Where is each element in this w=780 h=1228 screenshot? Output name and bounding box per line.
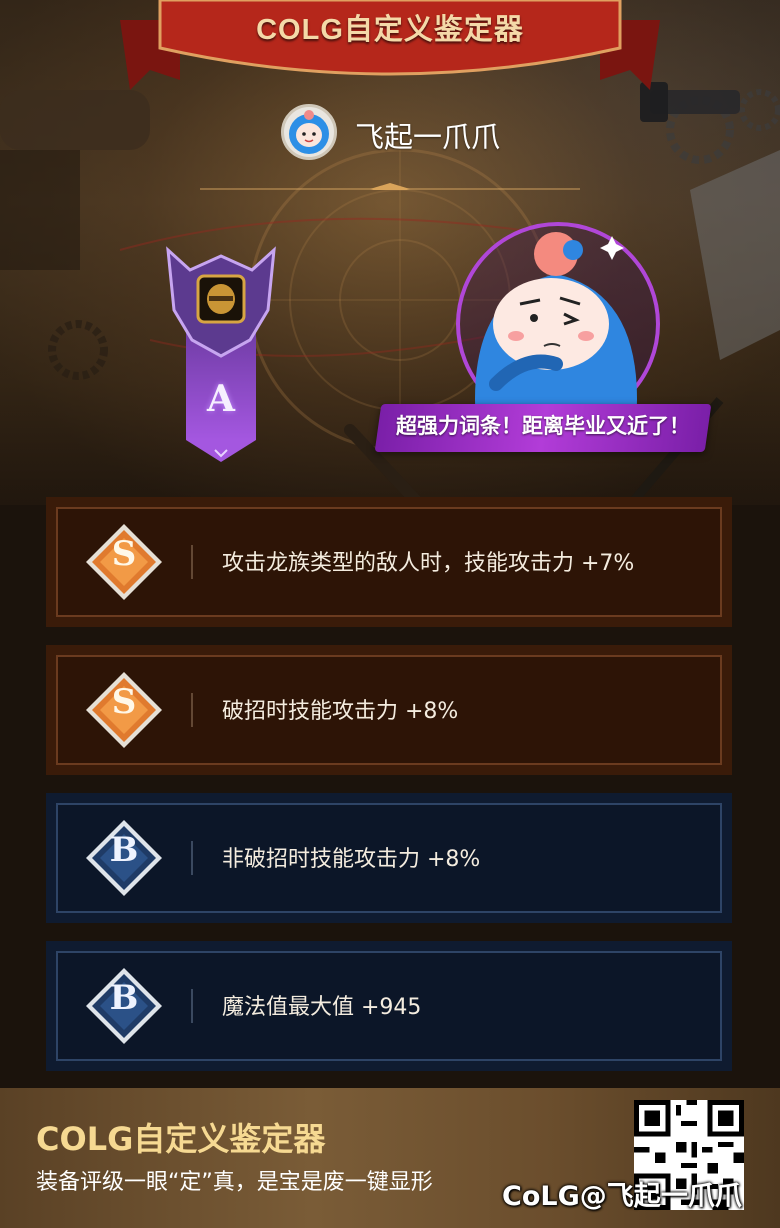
card-divider [191, 841, 193, 875]
stat-card[interactable]: S 攻击龙族类型的敌人时，技能攻击力 +7% [46, 497, 732, 627]
page-title: COLG自定义鉴定器 [256, 14, 524, 46]
card-divider [191, 693, 193, 727]
stat-text: 魔法值最大值 +945 [222, 995, 422, 1020]
stat-card[interactable]: S 破招时技能攻击力 +8% [46, 645, 732, 775]
user-name: 飞起一爪爪 [355, 120, 501, 154]
footer-subtitle: 装备评级一眼“定”真，是宝是废一键显形 [36, 1170, 433, 1195]
tier-letter: S [111, 682, 137, 722]
blue-mascot-thinking-icon [456, 222, 660, 424]
stat-text: 非破招时技能攻击力 +8% [222, 847, 481, 872]
card-divider [191, 545, 193, 579]
watermark: CoLG@飞起一爪爪 [502, 1181, 742, 1212]
tier-letter: B [109, 830, 139, 870]
stat-text: 攻击龙族类型的敌人时，技能攻击力 +7% [222, 551, 635, 576]
stat-list: S 攻击龙族类型的敌人时，技能攻击力 +7% S 破招时技能攻击力 +8% B … [0, 497, 780, 1088]
stat-card[interactable]: B 魔法值最大值 +945 [46, 941, 732, 1071]
tier-letter: S [111, 534, 137, 574]
tier-letter: B [109, 978, 139, 1018]
helmet-badge-icon [207, 284, 235, 314]
grade-letter: A [207, 378, 235, 420]
stat-text: 破招时技能攻击力 +8% [222, 699, 459, 724]
speech-text: 超强力词条！距离毕业又近了！ [396, 414, 690, 438]
grade-badge [166, 246, 276, 462]
footer-banner: COLG自定义鉴定器 装备评级一眼“定”真，是宝是废一键显形 CoLG@飞起一爪… [0, 1088, 780, 1228]
hero-section: COLG自定义鉴定器 飞起一爪爪 A 超强力词条！距离毕业又近了！ [0, 0, 780, 505]
stat-card[interactable]: B 非破招时技能攻击力 +8% [46, 793, 732, 923]
footer-title: COLG自定义鉴定器 [36, 1120, 326, 1158]
ornamental-divider [200, 183, 580, 190]
mascot-avatar-icon[interactable] [281, 104, 337, 160]
card-divider [191, 989, 193, 1023]
